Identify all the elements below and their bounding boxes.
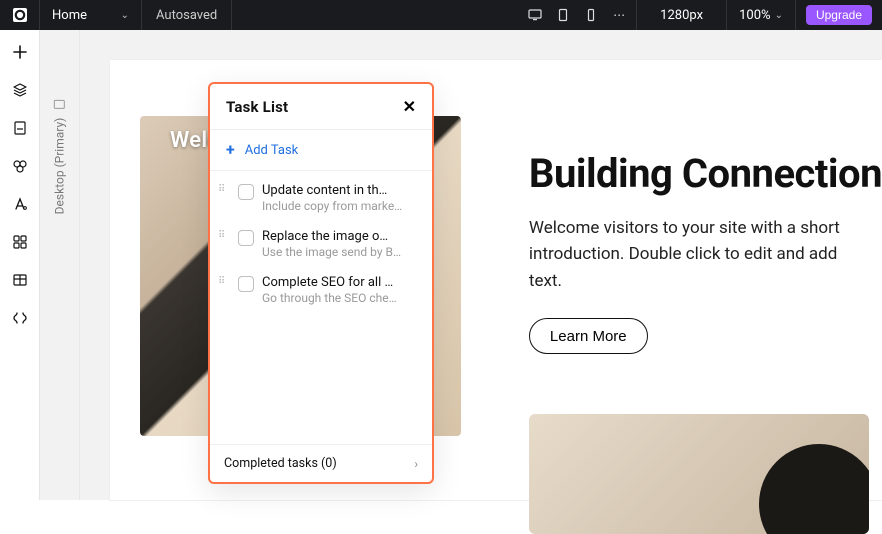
add-task-label: Add Task (245, 143, 299, 158)
add-task-button[interactable]: + Add Task (210, 130, 432, 170)
drag-handle-icon[interactable]: ⠿ (218, 275, 230, 287)
add-tool-icon[interactable] (11, 44, 29, 60)
task-row: ⠿ Complete SEO for all … Go through the … (210, 267, 432, 313)
left-tool-rail (0, 30, 40, 500)
completed-tasks-toggle[interactable]: Completed tasks (0) › (210, 444, 432, 482)
hero-body-line: text. (529, 271, 562, 291)
zoom-selector[interactable]: 100% ⌄ (727, 0, 796, 30)
drag-handle-icon[interactable]: ⠿ (218, 229, 230, 241)
completed-tasks-label: Completed tasks (0) (224, 456, 337, 471)
chevron-right-icon: › (414, 457, 418, 471)
breakpoint-strip[interactable]: Desktop (Primary) (40, 30, 80, 500)
task-text[interactable]: Complete SEO for all … Go through the SE… (262, 275, 420, 305)
code-tool-icon[interactable] (11, 310, 29, 326)
chevron-down-icon: ⌄ (121, 10, 129, 21)
chevron-down-icon: ⌄ (775, 10, 783, 21)
hero-text-col: Building Connection Welcome visitors to … (491, 60, 882, 500)
task-text[interactable]: Update content in th… Include copy from … (262, 183, 420, 213)
task-row: ⠿ Replace the image o… Use the image sen… (210, 221, 432, 267)
drag-handle-icon[interactable]: ⠿ (218, 183, 230, 195)
canvas-width-display[interactable]: 1280px (637, 0, 727, 30)
page-selector-label: Home (52, 8, 87, 23)
secondary-image-card[interactable] (529, 414, 869, 534)
text-tool-icon[interactable] (11, 196, 29, 212)
apps-tool-icon[interactable] (11, 234, 29, 250)
task-list-title: Task List (226, 98, 288, 116)
task-row: ⠿ Update content in th… Include copy fro… (210, 175, 432, 221)
page-icon (54, 100, 66, 110)
theme-tool-icon[interactable] (11, 158, 29, 174)
pages-tool-icon[interactable] (11, 120, 29, 136)
more-devices-icon[interactable]: ⋯ (612, 8, 626, 22)
task-list-panel: Task List ✕ + Add Task ⠿ Update content … (208, 82, 434, 484)
autosave-status: Autosaved (142, 0, 232, 30)
task-subtitle: Go through the SEO che… (262, 291, 420, 305)
hero-body-line: introduction. Double click to edit and a… (529, 244, 837, 264)
task-list: ⠿ Update content in th… Include copy fro… (210, 170, 432, 317)
canvas[interactable]: Welcome Building Connection Welcome visi… (80, 30, 882, 500)
task-checkbox[interactable] (238, 184, 254, 200)
task-title: Complete SEO for all … (262, 275, 420, 290)
task-checkbox[interactable] (238, 276, 254, 292)
top-bar: Home ⌄ Autosaved ⋯ 1280px 100% ⌄ Upgrade (0, 0, 882, 30)
zoom-value: 100% (739, 8, 770, 23)
hero-headline[interactable]: Building Connection (529, 150, 882, 197)
layers-tool-icon[interactable] (11, 82, 29, 98)
close-icon[interactable]: ✕ (403, 97, 416, 116)
breakpoint-label: Desktop (Primary) (53, 118, 67, 215)
app-logo[interactable] (0, 0, 40, 30)
desktop-device-icon[interactable] (528, 8, 542, 22)
hero-body[interactable]: Welcome visitors to your site with a sho… (529, 215, 849, 294)
task-checkbox[interactable] (238, 230, 254, 246)
task-title: Update content in th… (262, 183, 420, 198)
mobile-device-icon[interactable] (584, 8, 598, 22)
learn-more-button[interactable]: Learn More (529, 318, 648, 354)
task-list-header: Task List ✕ (210, 84, 432, 130)
task-title: Replace the image o… (262, 229, 420, 244)
task-subtitle: Include copy from marke… (262, 199, 420, 213)
task-text[interactable]: Replace the image o… Use the image send … (262, 229, 420, 259)
table-tool-icon[interactable] (11, 272, 29, 288)
page-selector[interactable]: Home ⌄ (40, 0, 142, 30)
upgrade-button[interactable]: Upgrade (806, 5, 872, 25)
hero-body-line: Welcome visitors to your site with a sho… (529, 218, 840, 238)
task-subtitle: Use the image send by B… (262, 245, 420, 259)
device-preview-group: ⋯ (518, 0, 637, 30)
plus-icon: + (226, 142, 235, 158)
tablet-device-icon[interactable] (556, 8, 570, 22)
